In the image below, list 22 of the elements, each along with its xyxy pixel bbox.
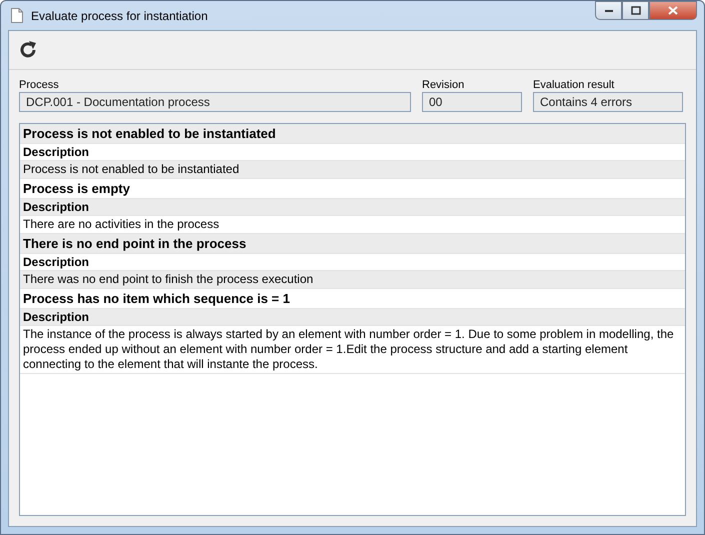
read-only-field[interactable]: Contains 4 errors xyxy=(533,92,683,112)
window-title: Evaluate process for instantiation xyxy=(31,8,208,22)
error-title: There is no end point in the process xyxy=(20,234,685,254)
document-icon xyxy=(11,8,23,23)
description-label: Description xyxy=(20,199,685,216)
error-title: Process is not enabled to be instantiated xyxy=(20,124,685,144)
error-description: Process is not enabled to be instantiated xyxy=(20,161,685,179)
read-only-field[interactable]: DCP.001 - Documentation process xyxy=(19,92,411,112)
close-button[interactable] xyxy=(649,1,697,20)
field-label: Process xyxy=(19,79,60,92)
read-only-field[interactable]: 00 xyxy=(422,92,522,112)
field-label: Revision xyxy=(422,79,466,92)
minimize-button[interactable] xyxy=(595,1,622,20)
description-label: Description xyxy=(20,309,685,326)
field-label: Evaluation result xyxy=(533,79,616,92)
minimize-icon xyxy=(604,8,614,12)
maximize-button[interactable] xyxy=(622,1,649,20)
error-description: The instance of the process is always started by an element with number order = 1. Due to some problem in modelling, the process ended up without an element with number order = 1.Edit the process structure and add a starting element connecting to the element that will instante the process. xyxy=(20,326,685,374)
maximize-icon xyxy=(630,6,640,15)
close-icon xyxy=(668,6,678,15)
error-description: There was no end point to finish the process execution xyxy=(20,271,685,289)
refresh-icon xyxy=(18,40,38,60)
